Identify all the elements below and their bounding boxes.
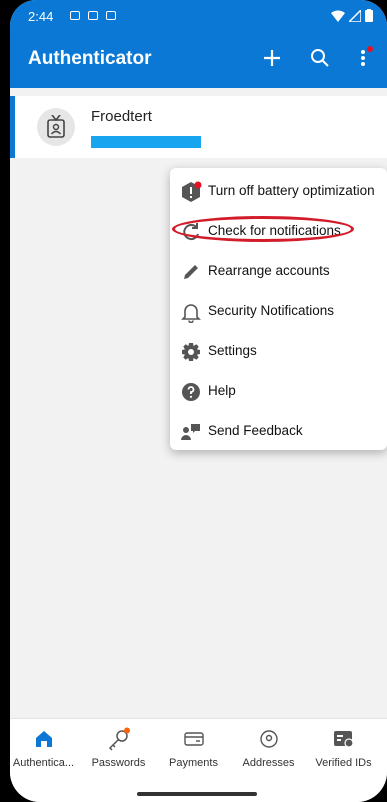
bottom-navigation: Authentica... Passwords Payments Address…: [10, 718, 387, 779]
nav-item-verified-ids[interactable]: Verified IDs: [306, 727, 381, 777]
pencil-icon: [180, 261, 202, 283]
menu-item-check-notifications[interactable]: Check for notifications: [170, 212, 387, 252]
menu-item-send-feedback[interactable]: Send Feedback: [170, 412, 387, 452]
menu-item-label: Rearrange accounts: [208, 263, 330, 278]
menu-item-label: Help: [208, 383, 236, 398]
more-vert-icon[interactable]: [348, 43, 378, 73]
gesture-handle[interactable]: [137, 792, 257, 796]
menu-item-security-notifications[interactable]: Security Notifications: [170, 292, 387, 332]
nav-label: Authentica...: [12, 757, 75, 769]
signal-icon: [349, 9, 361, 22]
bell-icon: [180, 301, 202, 323]
refresh-icon: [180, 221, 202, 243]
id-badge-icon: [37, 108, 75, 146]
add-icon[interactable]: [257, 43, 287, 73]
phone-screen: 2:44 Authenticator Froedtert Turn off ba…: [10, 0, 387, 802]
account-name: Froedtert: [91, 108, 152, 125]
menu-item-label: Send Feedback: [208, 423, 303, 438]
status-right-icons: [331, 9, 373, 22]
notification-icon-c: [106, 11, 116, 20]
feedback-icon: [180, 421, 202, 443]
menu-item-rearrange-accounts[interactable]: Rearrange accounts: [170, 252, 387, 292]
key-icon: [107, 727, 131, 751]
account-card[interactable]: Froedtert: [10, 96, 387, 158]
nav-label: Addresses: [242, 757, 295, 769]
location-icon: [257, 727, 281, 751]
nav-label: Passwords: [91, 757, 146, 769]
status-time: 2:44: [28, 9, 54, 24]
help-icon: [180, 381, 202, 403]
menu-item-label: Check for notifications: [208, 223, 341, 238]
home-icon: [32, 727, 56, 751]
notification-icon-a: [70, 11, 80, 20]
menu-item-label: Settings: [208, 343, 257, 358]
account-code-bar: [91, 136, 201, 148]
nav-item-addresses[interactable]: Addresses: [231, 727, 306, 777]
verified-id-icon: [332, 727, 356, 751]
card-icon: [182, 727, 206, 751]
menu-item-label: Security Notifications: [208, 303, 335, 318]
app-header: 2:44 Authenticator: [10, 0, 387, 88]
gesture-area: [10, 778, 387, 802]
menu-item-settings[interactable]: Settings: [170, 332, 387, 372]
battery-warning-icon: [180, 181, 202, 203]
wifi-icon: [331, 10, 345, 22]
search-icon[interactable]: [305, 43, 335, 73]
menu-item-help[interactable]: Help: [170, 372, 387, 412]
nav-label: Payments: [169, 757, 218, 769]
nav-item-payments[interactable]: Payments: [156, 727, 231, 777]
nav-item-passwords[interactable]: Passwords: [81, 727, 156, 777]
overflow-menu: Turn off battery optimization Check for …: [170, 168, 387, 450]
battery-icon: [365, 9, 373, 22]
app-title: Authenticator: [28, 48, 152, 69]
status-bar: 2:44: [10, 0, 387, 32]
nav-item-authenticator[interactable]: Authentica...: [10, 727, 81, 777]
gear-icon: [180, 341, 202, 363]
accounts-list: Froedtert Turn off battery optimization …: [10, 88, 387, 718]
menu-item-battery-optimization[interactable]: Turn off battery optimization: [170, 172, 387, 212]
notification-icon-b: [88, 11, 98, 20]
nav-label: Verified IDs: [315, 757, 372, 769]
menu-item-label: Turn off battery optimization: [208, 183, 375, 198]
